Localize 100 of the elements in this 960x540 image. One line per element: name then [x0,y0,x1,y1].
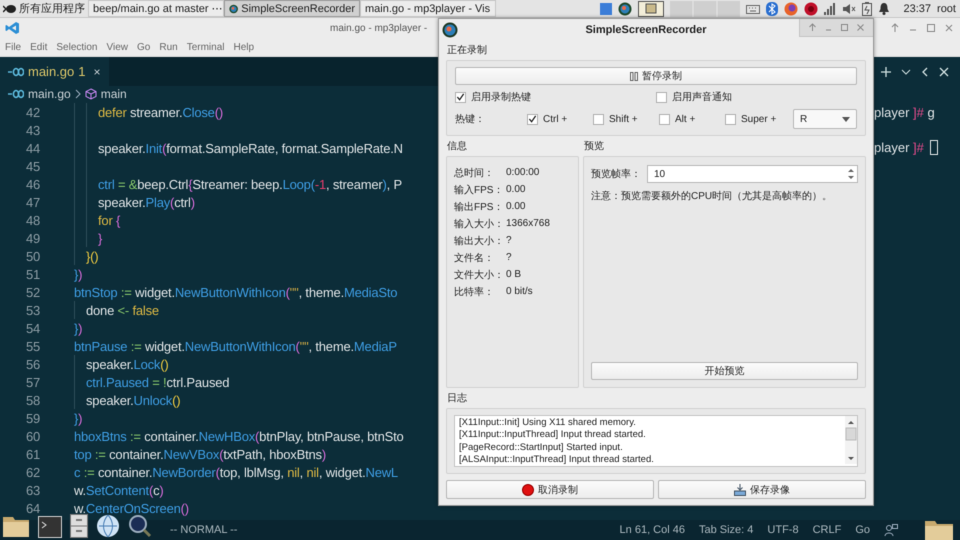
folder-icon[interactable] [2,514,30,538]
window-square-icon[interactable] [600,2,612,14]
status-item[interactable]: UTF-8 [767,524,799,536]
tab-close-button[interactable]: × [93,64,100,78]
status-item[interactable]: Ln 61, Col 46 [620,524,685,536]
code-line: done <- false [86,302,159,318]
arrow-up-icon[interactable] [808,23,817,32]
window-title: main.go - mp3player - [330,23,428,34]
editor-tab[interactable]: main.go 1 × [0,57,108,86]
maximize-icon[interactable] [840,23,849,32]
section-title: 信息 [447,140,468,154]
signal-bars-icon[interactable] [824,2,836,14]
record-icon[interactable] [804,2,818,16]
save-recording-button[interactable]: 保存录像 [658,480,866,499]
info-value: 1366x768 [506,218,550,229]
line-number: 63 [24,482,40,498]
taskbar-window-button[interactable]: SimpleScreenRecorder [224,0,360,17]
info-label: 比特率： [454,286,495,298]
line-number: 45 [24,158,40,174]
menu-item[interactable]: Selection [56,42,98,52]
log-line: [X11Input::InputThread] Input thread started. [459,429,647,442]
info-label: 文件大小： [454,268,505,282]
line-number: 61 [24,446,40,462]
taskbar-window-button[interactable]: beep/main.go at master ⋯ [88,0,224,17]
info-label: 输入FPS： [454,184,504,196]
checkbox[interactable]: Shift + [593,114,659,124]
menu-item[interactable]: View [106,42,128,52]
log-line: [PageRecord::StartInput] Started input. [459,442,624,454]
start-menu-label: 所有应用程序 [19,2,85,16]
ball-icon[interactable] [618,2,632,16]
battery-icon[interactable] [862,2,872,16]
menu-item[interactable]: Help [234,42,254,52]
scrollbar[interactable] [845,416,857,464]
breadcrumb-item[interactable]: main.go [28,87,71,101]
line-number: 47 [24,194,40,210]
checkbox[interactable]: Super + [725,114,791,124]
line-number: 50 [24,248,40,264]
bell-icon[interactable] [878,2,890,15]
start-preview-button[interactable]: 开始预览 [591,362,858,380]
window-preview-icon[interactable] [638,0,664,16]
terminal-line: player ]# [874,140,924,154]
info-label: 文件名： [454,252,495,264]
code-line: w.CenterOnScreen() [74,500,189,516]
keyboard-icon[interactable] [746,2,760,14]
frame-rate-spinbox[interactable]: 10 [647,165,858,183]
bluetooth-icon[interactable] [766,2,778,16]
speaker-muted-icon[interactable] [842,2,856,14]
magnifier-icon[interactable] [128,514,152,538]
taskbar-window-button[interactable]: main.go - mp3player - Vis [360,0,496,17]
file-cabinet-icon[interactable] [70,514,88,538]
line-number: 59 [24,410,40,426]
start-menu-button[interactable]: 所有应用程序 [0,0,88,18]
code-line: speaker.Play(ctrl) [98,194,195,210]
person-feedback-icon[interactable] [884,523,898,537]
plus-icon[interactable] [880,66,892,78]
menu-item[interactable]: Terminal [186,42,224,52]
code-line: hboxBtns := container.NewHBox(btnPlay, btnPause, btnSto [74,428,404,444]
user-name[interactable]: root [937,2,956,14]
menu-item[interactable]: Go [137,42,150,52]
hotkey-label: 热键： [455,112,486,126]
info-value: 0 bit/s [506,286,533,297]
cube-icon [84,88,97,100]
fox-globe-icon[interactable] [784,2,798,16]
chevron-right-icon [74,89,81,99]
ball-icon [442,22,458,38]
line-number: 44 [24,140,40,156]
terminal-icon[interactable] [38,516,62,538]
line-number: 49 [24,230,40,246]
code-line: }) [74,410,82,426]
checkbox[interactable]: 启用声音通知 [656,90,857,104]
info-value: ? [506,235,512,246]
chevron-down-icon[interactable] [901,66,911,76]
line-number: 62 [24,464,40,480]
checkmark-icon [528,114,537,124]
arrow-up-icon[interactable] [890,23,900,33]
cancel-recording-button[interactable]: 取消录制 [446,480,654,499]
info-value: 0.00 [506,201,526,212]
log-line: [X11Input::Init] Using X11 shared memory. [459,417,637,430]
line-number: 48 [24,212,40,228]
spin-arrows-icon[interactable] [847,167,855,181]
maximize-icon[interactable] [926,23,936,33]
menu-item[interactable]: File [5,42,22,52]
folder-icon[interactable] [924,518,954,540]
checkbox[interactable]: Alt + [659,114,725,124]
status-item[interactable]: Tab Size: 4 [698,524,754,536]
checkbox[interactable]: 启用录制热键 [455,90,656,104]
code-line: speaker.Unlock() [86,392,180,408]
breadcrumb-item[interactable]: main [100,87,127,101]
chevron-left-icon[interactable] [920,66,930,76]
status-item[interactable]: Go [855,524,870,536]
status-item[interactable]: CRLF [812,524,842,536]
clock[interactable]: 23:37 [904,2,932,14]
menu-item[interactable]: Edit [30,42,48,52]
globe-icon[interactable] [96,514,120,538]
menu-item[interactable]: Run [159,42,178,52]
pause-button[interactable]: 暂停录制 [455,67,857,85]
checkbox[interactable]: Ctrl + [527,114,593,124]
log-line: [ALSAInput::InputThread] Input thread started. [459,454,655,466]
section-title: 预览 [584,140,605,154]
hotkey-dropdown[interactable]: R [793,109,857,129]
